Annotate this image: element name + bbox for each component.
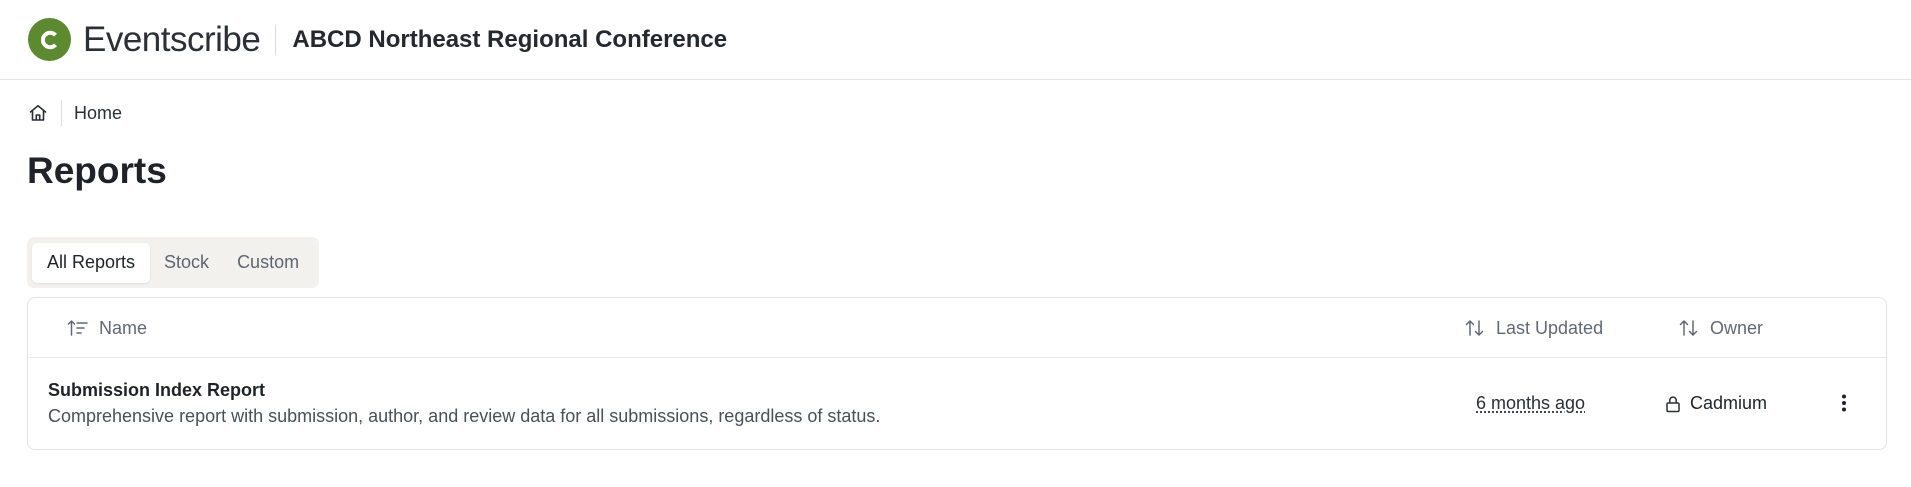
table-header: Name Last Updated Owner <box>28 298 1886 358</box>
lock-icon <box>1666 395 1680 412</box>
home-icon[interactable] <box>28 102 50 124</box>
column-owner-label: Owner <box>1710 317 1764 338</box>
column-header-last-updated[interactable]: Last Updated <box>1464 298 1603 358</box>
report-name[interactable]: Submission Index Report <box>48 380 265 401</box>
top-bar: Eventscribe ABCD Northeast Regional Conf… <box>0 0 1911 80</box>
breadcrumb-divider <box>61 100 62 126</box>
more-options-icon[interactable] <box>1832 388 1856 418</box>
column-name-label: Name <box>99 317 148 338</box>
page-title: Reports <box>27 150 167 191</box>
report-tabs: All Reports Stock Custom <box>27 237 319 288</box>
sort-icon <box>1679 320 1698 336</box>
report-last-updated: 6 months ago <box>1476 393 1586 413</box>
breadcrumb: Home <box>28 97 122 129</box>
reports-table: Name Last Updated Owner Submission Index… <box>27 297 1887 450</box>
report-owner: Cadmium <box>1665 393 1767 414</box>
conference-title[interactable]: ABCD Northeast Regional Conference <box>292 26 727 54</box>
brand-name[interactable]: Eventscribe <box>83 20 261 60</box>
eventscribe-logo-icon[interactable] <box>28 18 71 61</box>
tab-custom[interactable]: Custom <box>223 243 313 283</box>
report-description: Comprehensive report with submission, au… <box>48 406 881 426</box>
report-owner-name: Cadmium <box>1690 393 1768 413</box>
table-row[interactable]: Submission Index Report Comprehensive re… <box>28 358 1886 450</box>
column-header-name[interactable]: Name <box>67 298 147 358</box>
column-last-updated-label: Last Updated <box>1496 317 1604 338</box>
column-header-owner[interactable]: Owner <box>1678 298 1763 358</box>
tab-all-reports[interactable]: All Reports <box>32 242 151 283</box>
tab-stock[interactable]: Stock <box>150 243 223 283</box>
breadcrumb-home[interactable]: Home <box>74 103 122 124</box>
sort-icon <box>1465 320 1484 336</box>
sort-ascending-icon <box>67 320 88 336</box>
header-divider <box>275 24 277 55</box>
